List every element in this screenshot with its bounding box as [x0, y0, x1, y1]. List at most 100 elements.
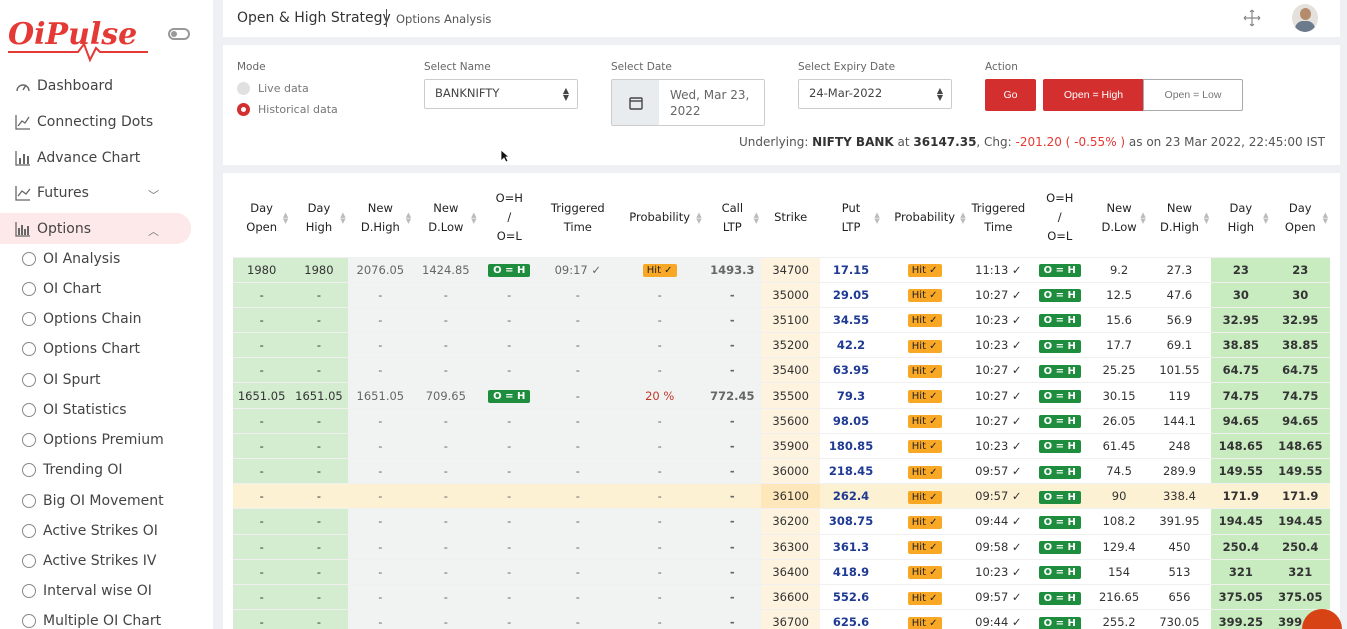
- sidebar-item-options[interactable]: Options ︿: [0, 213, 191, 244]
- table-cell: -: [347, 457, 414, 484]
- sort-icon[interactable]: ▲ ▼: [1140, 212, 1145, 225]
- sidebar-item-connecting-dots[interactable]: Connecting Dots: [0, 106, 191, 137]
- table-cell: 9.2: [1090, 256, 1148, 283]
- cell-value: 10:27 ✓: [975, 413, 1022, 428]
- sidebar-subitem-trending-oi[interactable]: Trending OI: [22, 457, 123, 483]
- column-header[interactable]: New D.High ▲ ▼: [348, 179, 413, 257]
- column-header[interactable]: Put LTP ▲ ▼: [820, 179, 881, 257]
- sidebar-subitem-oi-statistics[interactable]: OI Statistics: [22, 397, 127, 423]
- table-cell: 399.25: [1211, 609, 1271, 629]
- cell-value: 119: [1168, 388, 1191, 403]
- table-cell: -: [615, 306, 704, 333]
- sidebar-item-dashboard[interactable]: Dashboard: [0, 70, 191, 101]
- sidebar-subitem-active-strikes-iv[interactable]: Active Strikes IV: [22, 548, 156, 574]
- column-header[interactable]: Day Open ▲ ▼: [1271, 179, 1330, 257]
- go-button[interactable]: Go: [985, 79, 1036, 111]
- sidebar-subitem-label: Trending OI: [43, 462, 123, 478]
- line-chart-icon: [14, 184, 32, 202]
- table-cell: 1980: [233, 256, 291, 283]
- column-header[interactable]: Triggered Time: [540, 179, 616, 257]
- sort-icon[interactable]: ▲ ▼: [406, 212, 411, 225]
- column-header-label: Day High: [305, 200, 333, 234]
- column-header[interactable]: New D.Low ▲ ▼: [1090, 179, 1147, 257]
- sidebar-item-advance-chart[interactable]: Advance Chart: [0, 142, 191, 173]
- cell-value: 38.85: [1282, 338, 1319, 353]
- cell-value: 64.75: [1282, 363, 1319, 378]
- table-cell: 10:27 ✓: [967, 382, 1030, 409]
- table-cell: -: [539, 533, 616, 560]
- column-header[interactable]: O=H / O=L: [479, 179, 540, 257]
- sort-icon[interactable]: ▲ ▼: [696, 212, 701, 225]
- column-header[interactable]: Strike: [761, 179, 820, 257]
- column-header-label: Call LTP: [721, 200, 744, 234]
- table-cell: O = H: [478, 382, 540, 409]
- column-header[interactable]: Day Open ▲ ▼: [233, 179, 290, 257]
- table-cell: 35400: [760, 357, 821, 383]
- name-select[interactable]: BANKNIFTY ▲ ▼: [424, 79, 578, 109]
- date-picker[interactable]: Wed, Mar 23, 2022: [611, 79, 765, 126]
- cell-value: -: [657, 287, 662, 302]
- radio-historical-data[interactable]: Historical data: [237, 103, 338, 116]
- table-cell: -: [233, 583, 291, 610]
- cell-value: -: [378, 287, 383, 302]
- cell-value: -: [507, 489, 512, 504]
- sidebar-item-futures[interactable]: Futures ﹀: [0, 177, 191, 208]
- column-header[interactable]: New D.High ▲ ▼: [1148, 179, 1211, 257]
- underlying-name: NIFTY BANK: [812, 135, 894, 149]
- column-header[interactable]: Day High ▲ ▼: [1211, 179, 1270, 257]
- table-cell: -: [539, 583, 616, 610]
- hit-badge: Hit ✓: [907, 390, 942, 404]
- radio-live-data[interactable]: Live data: [237, 82, 309, 95]
- sidebar-subitem-options-chart[interactable]: Options Chart: [22, 336, 140, 362]
- sidebar-subitem-oi-spurt[interactable]: OI Spurt: [22, 367, 101, 393]
- sort-icon[interactable]: ▲ ▼: [874, 212, 879, 225]
- sidebar-subitem-oi-analysis[interactable]: OI Analysis: [22, 246, 120, 272]
- column-header[interactable]: Triggered Time: [968, 179, 1029, 257]
- table-cell: 61.45: [1090, 432, 1148, 459]
- sidebar-subitem-active-strikes-oi[interactable]: Active Strikes OI: [22, 518, 158, 544]
- sidebar-subitem-interval-wise-oi[interactable]: Interval wise OI: [22, 578, 152, 604]
- column-header[interactable]: Probability ▲ ▼: [616, 179, 704, 257]
- sort-icon[interactable]: ▲ ▼: [1323, 212, 1328, 225]
- cell-value: -: [378, 564, 383, 579]
- cell-value: -: [378, 413, 383, 428]
- avatar[interactable]: [1292, 4, 1318, 32]
- sort-icon[interactable]: ▲ ▼: [754, 212, 759, 225]
- table-cell: Hit ✓: [881, 583, 968, 610]
- sort-icon[interactable]: ▲ ▼: [283, 212, 288, 225]
- column-header[interactable]: Day High ▲ ▼: [290, 179, 347, 257]
- sort-icon[interactable]: ▲ ▼: [1204, 212, 1209, 225]
- breadcrumb[interactable]: Options Analysis: [396, 12, 491, 26]
- column-header[interactable]: New D.Low ▲ ▼: [413, 179, 478, 257]
- sort-icon[interactable]: ▲ ▼: [1263, 212, 1268, 225]
- calendar-icon[interactable]: [612, 80, 659, 125]
- sidebar-subitem-oi-chart[interactable]: OI Chart: [22, 276, 101, 302]
- expiry-select[interactable]: 24-Mar-2022 ▲ ▼: [798, 79, 952, 109]
- cell-value: -: [657, 464, 662, 479]
- column-header[interactable]: Call LTP ▲ ▼: [704, 179, 761, 257]
- column-header[interactable]: O=H / O=L: [1029, 179, 1090, 257]
- sidebar-toggle[interactable]: [168, 28, 190, 40]
- oh-badge: O = H: [1038, 289, 1081, 303]
- table-cell: -: [539, 281, 616, 308]
- table-cell: -: [539, 508, 616, 535]
- action-label: Action: [985, 61, 1018, 73]
- cell-value: 42.2: [836, 338, 866, 353]
- sidebar-subitem-multiple-oi-chart[interactable]: Multiple OI Chart: [22, 608, 161, 629]
- column-header[interactable]: Probability ▲ ▼: [882, 179, 968, 257]
- cell-value: -: [575, 564, 580, 579]
- table-cell: -: [290, 609, 348, 629]
- sidebar-subitem-options-chain[interactable]: Options Chain: [22, 306, 141, 332]
- brand-logo[interactable]: OiPulse: [8, 14, 153, 63]
- sort-icon[interactable]: ▲ ▼: [340, 212, 345, 225]
- table-cell: -: [539, 407, 616, 434]
- open-equals-high-button[interactable]: Open = High: [1043, 79, 1144, 111]
- fullscreen-icon[interactable]: [1243, 9, 1261, 27]
- sort-icon[interactable]: ▲ ▼: [471, 212, 476, 225]
- sidebar-subitem-options-premium[interactable]: Options Premium: [22, 427, 164, 453]
- open-equals-low-button[interactable]: Open = Low: [1143, 79, 1243, 111]
- sidebar-subitem-big-oi-movement[interactable]: Big OI Movement: [22, 488, 164, 514]
- sort-icon[interactable]: ▲ ▼: [960, 212, 965, 225]
- title-divider: [386, 9, 387, 27]
- cell-value: 10:23 ✓: [975, 438, 1022, 453]
